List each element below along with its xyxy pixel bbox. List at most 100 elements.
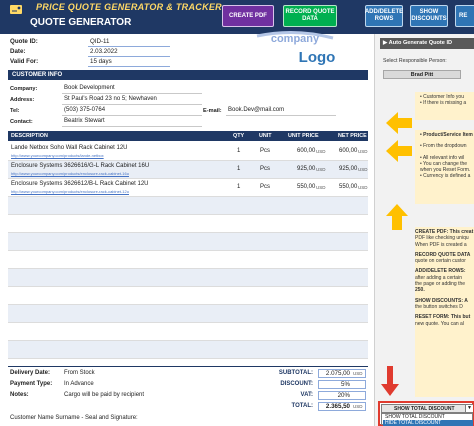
contact-value[interactable]: Beatrix Stewart (64, 118, 105, 124)
tag-icon (10, 5, 22, 14)
item-unit: Pcs (260, 166, 271, 172)
logo-text-logo: Logo (299, 49, 335, 66)
item-link[interactable]: http://www.yourcompany.com/products/encl… (11, 189, 129, 194)
date-value[interactable]: 2.03.2022 (90, 48, 118, 55)
table-row-empty[interactable] (8, 305, 368, 323)
items-table-header: DESCRIPTION QTY UNIT UNIT PRICE NET PRIC… (8, 131, 368, 141)
delivery-date-value[interactable]: From Stock (64, 370, 95, 376)
table-row-empty[interactable] (8, 341, 368, 359)
auto-generate-quote-id-button[interactable]: ▶ Auto Generate Quote ID (380, 38, 474, 49)
payment-type-label: Payment Type: (10, 381, 53, 387)
notes-value[interactable]: Cargo will be paid by recipient (64, 392, 144, 398)
item-unit-price-currency: USD (316, 167, 326, 172)
note-line: quote on certain custor (415, 258, 466, 265)
subtotal-label: SUBTOTAL: (278, 370, 313, 376)
item-description: Enclosure Systems 3626616/G-L Rack Cabin… (11, 163, 150, 169)
table-row-empty[interactable] (8, 287, 368, 305)
arrow-down-icon (381, 366, 399, 396)
date-underline (88, 56, 170, 57)
add-delete-label-line2: ROWS (374, 16, 394, 22)
item-unit-price-currency: USD (316, 149, 326, 154)
note-line: ADD/DELETE ROWS: (415, 268, 466, 275)
note-line: When PDF is created a (415, 241, 467, 248)
email-underline (226, 115, 336, 116)
company-underline (62, 93, 202, 94)
vat-value[interactable]: 20% (310, 392, 350, 399)
item-qty: 1 (237, 166, 241, 172)
total-currency: USD (353, 404, 363, 409)
create-pdf-label: CREATE PDF (229, 12, 267, 19)
customer-info-header: CUSTOMER INFO (8, 70, 368, 80)
item-unit-price: 550,00 (297, 184, 316, 190)
item-link[interactable]: http://www.yourcompany.com/products/encl… (11, 171, 129, 176)
note-line: • From the dropdown (420, 143, 467, 150)
email-label: E-mail: (203, 108, 222, 114)
record-quote-label-line1: RECORD QUOTE (285, 9, 335, 15)
payment-type-value[interactable]: In Advance (64, 381, 94, 387)
quote-id-underline (88, 46, 170, 47)
item-description: Enclosure Systems 3626612/B-L Rack Cabin… (11, 181, 149, 187)
item-net-price: 600,00 (339, 148, 358, 154)
responsible-person-select[interactable]: Brad Pitt (383, 70, 461, 79)
table-row-empty[interactable] (8, 269, 368, 287)
show-discounts-label-line1: SHOW (419, 9, 439, 15)
table-row-empty[interactable] (8, 233, 368, 251)
arrow-left-icon (386, 140, 412, 162)
item-unit-price-currency: USD (316, 185, 326, 190)
notes-label: Notes: (10, 392, 29, 398)
item-link[interactable]: http://www.yourcompany.com/products/land… (11, 153, 104, 158)
record-quote-label: RECORD QUOTE DATA (285, 9, 334, 23)
item-net-price-currency: USD (358, 167, 368, 172)
arrow-left-icon (386, 112, 412, 134)
address-value[interactable]: St Paul's Road 23 no 5; Newhaven (64, 96, 157, 102)
show-discounts-button[interactable]: SHOW DISCOUNTS (410, 5, 448, 27)
add-delete-rows-button[interactable]: ADD/DELETE ROWS (365, 5, 403, 27)
help-note-customer: • Customer Info you • If there is missin… (415, 92, 474, 120)
table-row-empty[interactable] (8, 323, 368, 341)
table-row-empty[interactable] (8, 197, 368, 215)
contact-underline (62, 126, 202, 127)
show-discounts-label-line2: DISCOUNTS (411, 16, 447, 22)
subtotal-currency: USD (353, 371, 363, 376)
item-net-price: 550,00 (339, 184, 358, 190)
total-discount-select[interactable]: SHOW TOTAL DISCOUNT (381, 404, 473, 413)
item-unit: Pcs (260, 148, 271, 154)
valid-for-value[interactable]: 15 days (90, 58, 112, 65)
logo-text-company: company (271, 33, 320, 45)
vat-label: VAT: (300, 392, 313, 398)
tel-value[interactable]: (503) 375-0764 (64, 107, 105, 113)
item-description: Lande Netbox Soho Wall Rack Cabinet 12U (11, 145, 128, 151)
valid-for-label: Valid For: (10, 58, 39, 65)
col-net-price: NET PRICE (338, 133, 367, 139)
table-row[interactable]: Lande Netbox Soho Wall Rack Cabinet 12U … (8, 143, 368, 161)
record-quote-label-line2: DATA (302, 16, 318, 22)
discount-value[interactable]: 5% (310, 381, 350, 388)
col-description: DESCRIPTION (11, 133, 48, 139)
chevron-down-icon[interactable]: ▼ (465, 405, 473, 412)
tel-underline (62, 115, 202, 116)
delivery-date-label: Delivery Date: (10, 370, 51, 376)
table-row-empty[interactable] (8, 251, 368, 269)
company-label: Company: (10, 86, 38, 92)
table-row[interactable]: Enclosure Systems 3626616/G-L Rack Cabin… (8, 161, 368, 179)
record-quote-data-button[interactable]: RECORD QUOTE DATA (283, 5, 337, 27)
address-label: Address: (10, 97, 35, 103)
reset-form-label: RE (459, 12, 468, 19)
address-underline (62, 104, 202, 105)
note-line: PDF like checking uniqu (415, 235, 469, 242)
email-value[interactable]: Book.Dev@mail.com (228, 107, 284, 113)
item-net-price: 925,00 (339, 166, 358, 172)
item-net-price-currency: USD (358, 149, 368, 154)
table-row[interactable]: Enclosure Systems 3626612/B-L Rack Cabin… (8, 179, 368, 197)
quote-id-value[interactable]: QID-11 (90, 38, 109, 45)
option-hide-total-discount[interactable]: HIDE TOTAL DISCOUNT (383, 420, 473, 426)
table-row-empty[interactable] (8, 215, 368, 233)
company-value[interactable]: Book Development (64, 85, 115, 91)
app-title: PRICE QUOTE GENERATOR & TRACKER (36, 2, 222, 12)
reset-form-button[interactable]: RE (455, 5, 474, 27)
add-delete-label: ADD/DELETE ROWS (365, 9, 403, 23)
col-qty: QTY (233, 133, 245, 139)
note-line: • If there is missing a (420, 100, 467, 107)
create-pdf-button[interactable]: CREATE PDF (222, 5, 274, 27)
note-line: RESET FORM: This but (415, 314, 471, 321)
